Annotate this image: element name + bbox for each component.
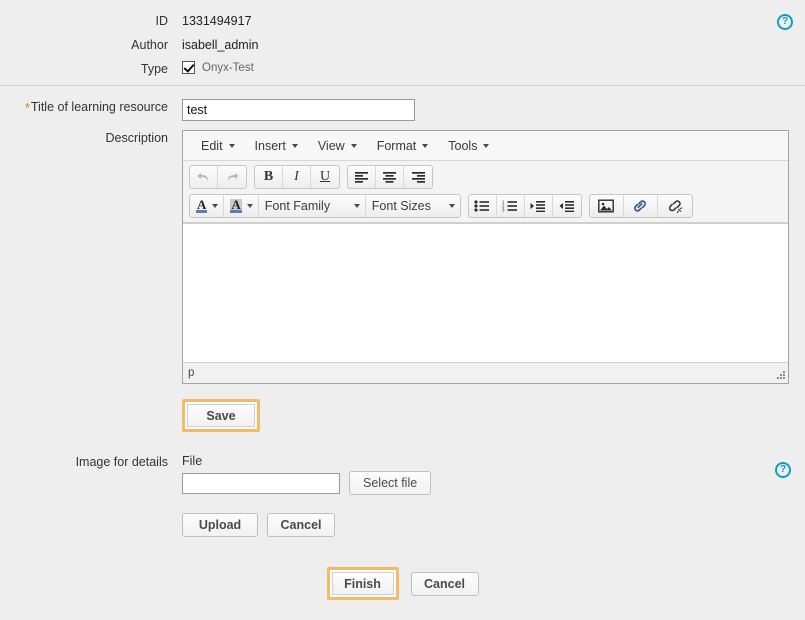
menu-insert[interactable]: Insert: [245, 136, 308, 156]
chevron-down-icon: [422, 144, 428, 148]
bold-icon[interactable]: B: [255, 166, 283, 188]
image-for-details-label: Image for details: [0, 454, 168, 470]
title-row: *Title of learning resource: [0, 99, 805, 121]
meta-row-type: Type Onyx-Test: [0, 61, 805, 77]
menu-tools[interactable]: Tools: [438, 136, 499, 156]
align-center-icon[interactable]: [376, 166, 404, 188]
description-label: Description: [0, 130, 168, 146]
finish-button-highlight: Finish: [327, 567, 399, 600]
help-icon-top[interactable]: ?: [777, 14, 793, 30]
meta-row-author: Author isabell_admin: [0, 37, 805, 53]
type-label: Type: [0, 61, 168, 77]
chevron-down-icon: [212, 204, 218, 208]
image-for-details-row: Image for details File Select file Uploa…: [0, 454, 805, 537]
title-input[interactable]: [182, 99, 415, 121]
onyx-test-label: Onyx-Test: [202, 62, 254, 74]
menu-view[interactable]: View: [308, 136, 367, 156]
text-color-glyph: A: [196, 199, 207, 213]
font-sizes-select[interactable]: Font Sizes: [366, 195, 460, 217]
menu-tools-label: Tools: [448, 139, 477, 153]
id-label: ID: [0, 13, 168, 29]
editor-element-path: p: [188, 367, 194, 379]
menu-edit-label: Edit: [201, 139, 223, 153]
editor-status-bar: p: [183, 362, 788, 383]
bullet-list-icon[interactable]: [469, 195, 497, 217]
chevron-down-icon: [229, 144, 235, 148]
underline-icon[interactable]: U: [311, 166, 339, 188]
rich-text-editor[interactable]: Edit Insert View Format Tools: [182, 130, 789, 384]
upload-button[interactable]: Upload: [182, 513, 258, 537]
required-asterisk: *: [25, 100, 30, 115]
chevron-down-icon: [292, 144, 298, 148]
file-input[interactable]: [182, 473, 340, 494]
cancel-button[interactable]: Cancel: [411, 572, 479, 596]
save-button[interactable]: Save: [187, 404, 255, 427]
editor-toolbar-row-1: B I U: [183, 161, 788, 193]
menu-format-label: Format: [377, 139, 417, 153]
author-label: Author: [0, 37, 168, 53]
unlink-icon[interactable]: [658, 195, 692, 217]
chevron-down-icon: [483, 144, 489, 148]
editor-content-area[interactable]: [183, 223, 788, 362]
save-button-highlight: Save: [182, 399, 260, 432]
select-file-button[interactable]: Select file: [349, 471, 431, 495]
font-family-label: Font Family: [265, 199, 349, 213]
metadata-block: ID 1331494917 Author isabell_admin Type …: [0, 0, 805, 77]
insert-image-icon[interactable]: [590, 195, 624, 217]
chevron-down-icon: [247, 204, 253, 208]
background-color-glyph: A: [230, 199, 241, 213]
menu-view-label: View: [318, 139, 345, 153]
svg-text:3: 3: [502, 208, 505, 212]
author-value: isabell_admin: [182, 38, 258, 52]
editor-menubar: Edit Insert View Format Tools: [183, 131, 788, 161]
align-right-icon[interactable]: [404, 166, 432, 188]
numbered-list-icon[interactable]: 1 2 3: [497, 195, 525, 217]
align-left-icon[interactable]: [348, 166, 376, 188]
help-icon-image-section[interactable]: ?: [775, 462, 791, 478]
onyx-test-checkbox[interactable]: [182, 61, 195, 74]
finish-button[interactable]: Finish: [332, 572, 394, 595]
upload-actions-row: Upload Cancel: [182, 513, 805, 537]
file-picker-row: Select file: [182, 471, 805, 495]
chevron-down-icon: [354, 204, 360, 208]
upload-cancel-button[interactable]: Cancel: [267, 513, 335, 537]
chevron-down-icon: [449, 204, 455, 208]
menu-insert-label: Insert: [255, 139, 286, 153]
id-value: 1331494917: [182, 14, 252, 28]
description-row: Description Edit Insert View Format: [0, 130, 805, 432]
bottom-action-bar: Finish Cancel: [0, 567, 805, 600]
history-button-group: [189, 165, 247, 189]
font-family-select[interactable]: Font Family: [259, 195, 366, 217]
title-label-text: Title of learning resource: [31, 100, 168, 114]
redo-icon[interactable]: [218, 166, 246, 188]
insert-group: [589, 194, 693, 218]
alignment-button-group: [347, 165, 433, 189]
menu-format[interactable]: Format: [367, 136, 439, 156]
insert-link-icon[interactable]: [624, 195, 658, 217]
text-color-icon[interactable]: A: [190, 195, 224, 217]
section-divider: [0, 85, 805, 86]
italic-icon[interactable]: I: [283, 166, 311, 188]
type-checkbox-wrapper[interactable]: Onyx-Test: [182, 61, 254, 74]
color-and-font-group: A A Font Family Font Sizes: [189, 194, 461, 218]
menu-edit[interactable]: Edit: [191, 136, 245, 156]
decrease-indent-icon[interactable]: [553, 195, 581, 217]
undo-icon[interactable]: [190, 166, 218, 188]
background-color-icon[interactable]: A: [224, 195, 258, 217]
chevron-down-icon: [351, 144, 357, 148]
font-sizes-label: Font Sizes: [372, 199, 444, 213]
list-and-indent-group: 1 2 3: [468, 194, 582, 218]
increase-indent-icon[interactable]: [525, 195, 553, 217]
file-label: File: [182, 454, 805, 468]
text-style-button-group: B I U: [254, 165, 340, 189]
title-label: *Title of learning resource: [0, 99, 168, 116]
editor-toolbar-row-2: A A Font Family Font Sizes: [183, 193, 788, 223]
meta-row-id: ID 1331494917: [0, 13, 805, 29]
editor-resize-handle[interactable]: [772, 366, 786, 380]
